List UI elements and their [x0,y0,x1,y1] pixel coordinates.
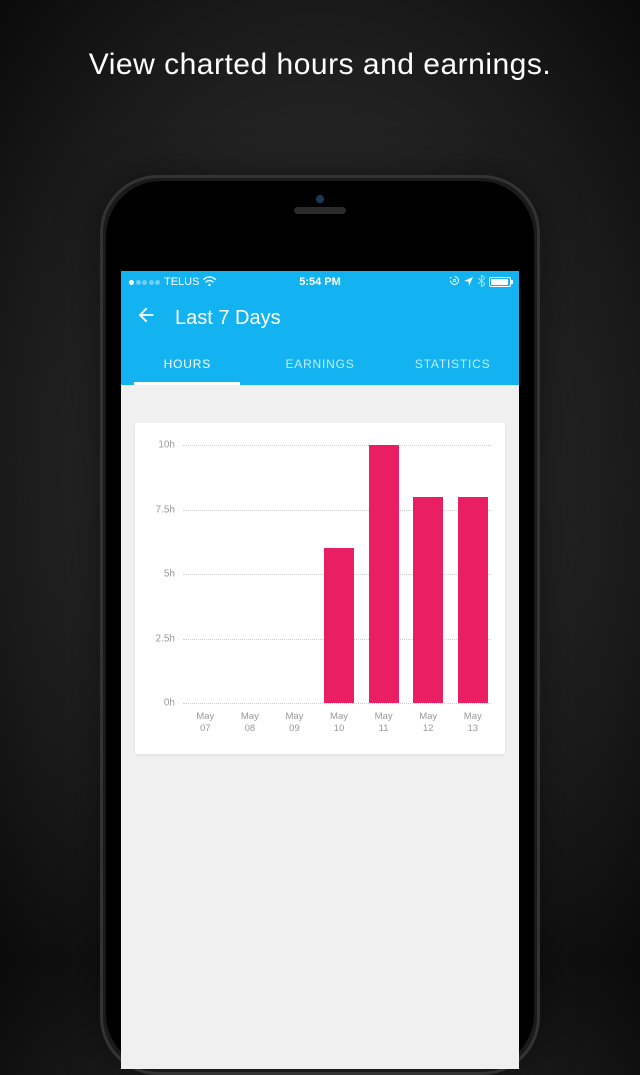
y-tick-label: 5h [164,569,175,580]
bar-may-08 [232,445,269,703]
y-tick-label: 0h [164,698,175,709]
y-tick-label: 7.5h [156,504,175,515]
grid-line [183,703,491,704]
status-time: 5:54 PM [299,276,341,288]
phone-frame: TELUS 5:54 PM [100,175,540,1075]
x-tick-label: May13 [454,711,491,736]
chart-card: 10h 7.5h 5h 2.5h 0h [135,423,505,754]
status-bar: TELUS 5:54 PM [121,271,519,293]
x-tick-label: May07 [187,711,224,736]
chart-plot-area: 10h 7.5h 5h 2.5h 0h [183,445,491,703]
bar-may-10 [321,445,358,703]
nav-bar: Last 7 Days [121,293,519,343]
promo-headline: View charted hours and earnings. [0,0,640,82]
x-tick-label: May12 [410,711,447,736]
x-tick-label: May11 [365,711,402,736]
bar-may-12 [410,445,447,703]
phone-camera-dot [316,195,324,203]
carrier-label: TELUS [164,276,199,288]
phone-speaker [294,207,346,214]
bar-may-09 [276,445,313,703]
location-icon [464,276,474,289]
wifi-icon [203,276,216,289]
bluetooth-icon [478,275,485,290]
bar-may-11 [365,445,402,703]
back-button[interactable] [135,304,157,332]
status-left: TELUS [129,276,216,289]
tabs: HOURS EARNINGS STATISTICS [121,343,519,385]
tab-earnings[interactable]: EARNINGS [254,343,387,385]
y-tick-label: 10h [158,440,175,451]
x-tick-label: May08 [232,711,269,736]
bars-group [187,445,491,703]
bar-may-13 [454,445,491,703]
x-axis: May07 May08 May09 May10 May11 May12 May1… [187,711,491,736]
signal-strength-icon [129,280,160,285]
page-title: Last 7 Days [175,307,281,330]
y-axis: 10h 7.5h 5h 2.5h 0h [145,445,179,703]
bar-may-07 [187,445,224,703]
orientation-lock-icon [449,275,460,289]
battery-icon [489,277,511,287]
tab-hours[interactable]: HOURS [121,343,254,385]
phone-screen: TELUS 5:54 PM [121,271,519,1069]
tab-statistics[interactable]: STATISTICS [386,343,519,385]
x-tick-label: May09 [276,711,313,736]
y-tick-label: 2.5h [156,633,175,644]
x-tick-label: May10 [321,711,358,736]
status-right [449,275,511,290]
